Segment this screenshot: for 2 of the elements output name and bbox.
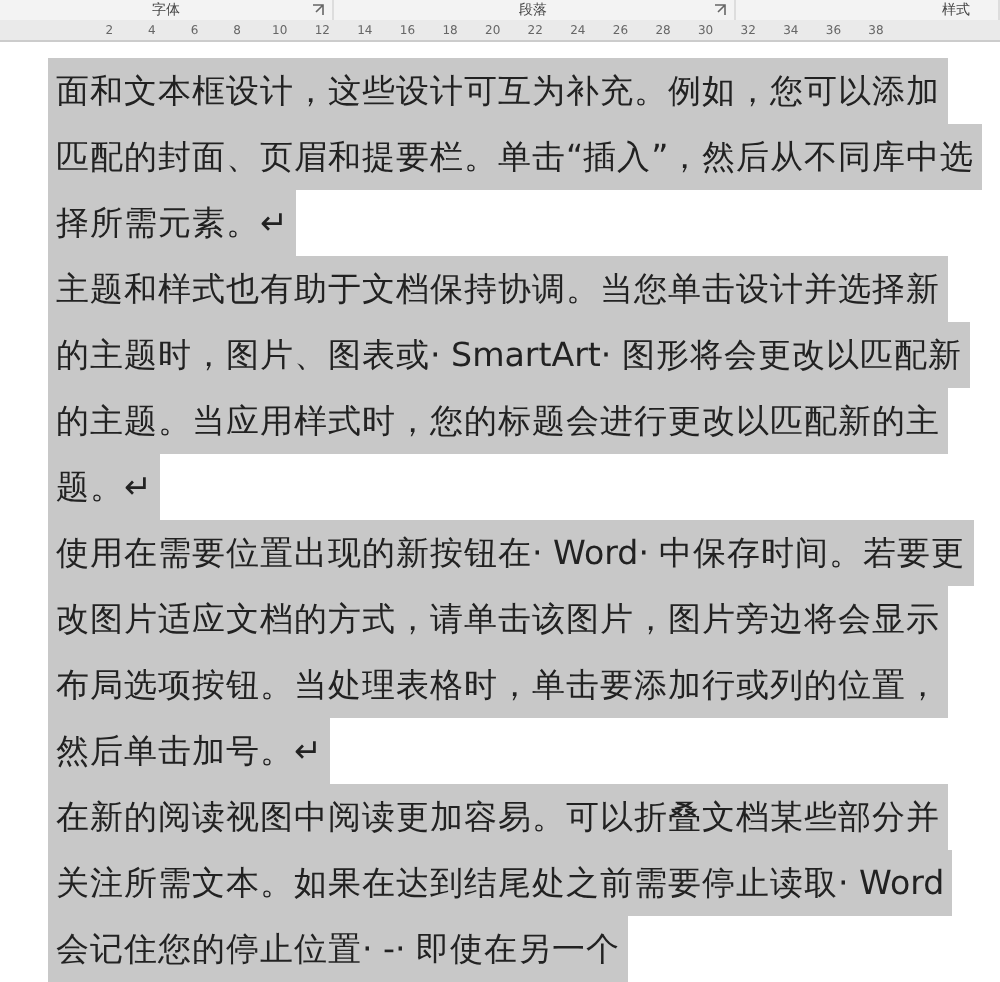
dialog-launcher-icon[interactable] [311,4,324,16]
dialog-launcher-icon[interactable] [713,4,726,16]
